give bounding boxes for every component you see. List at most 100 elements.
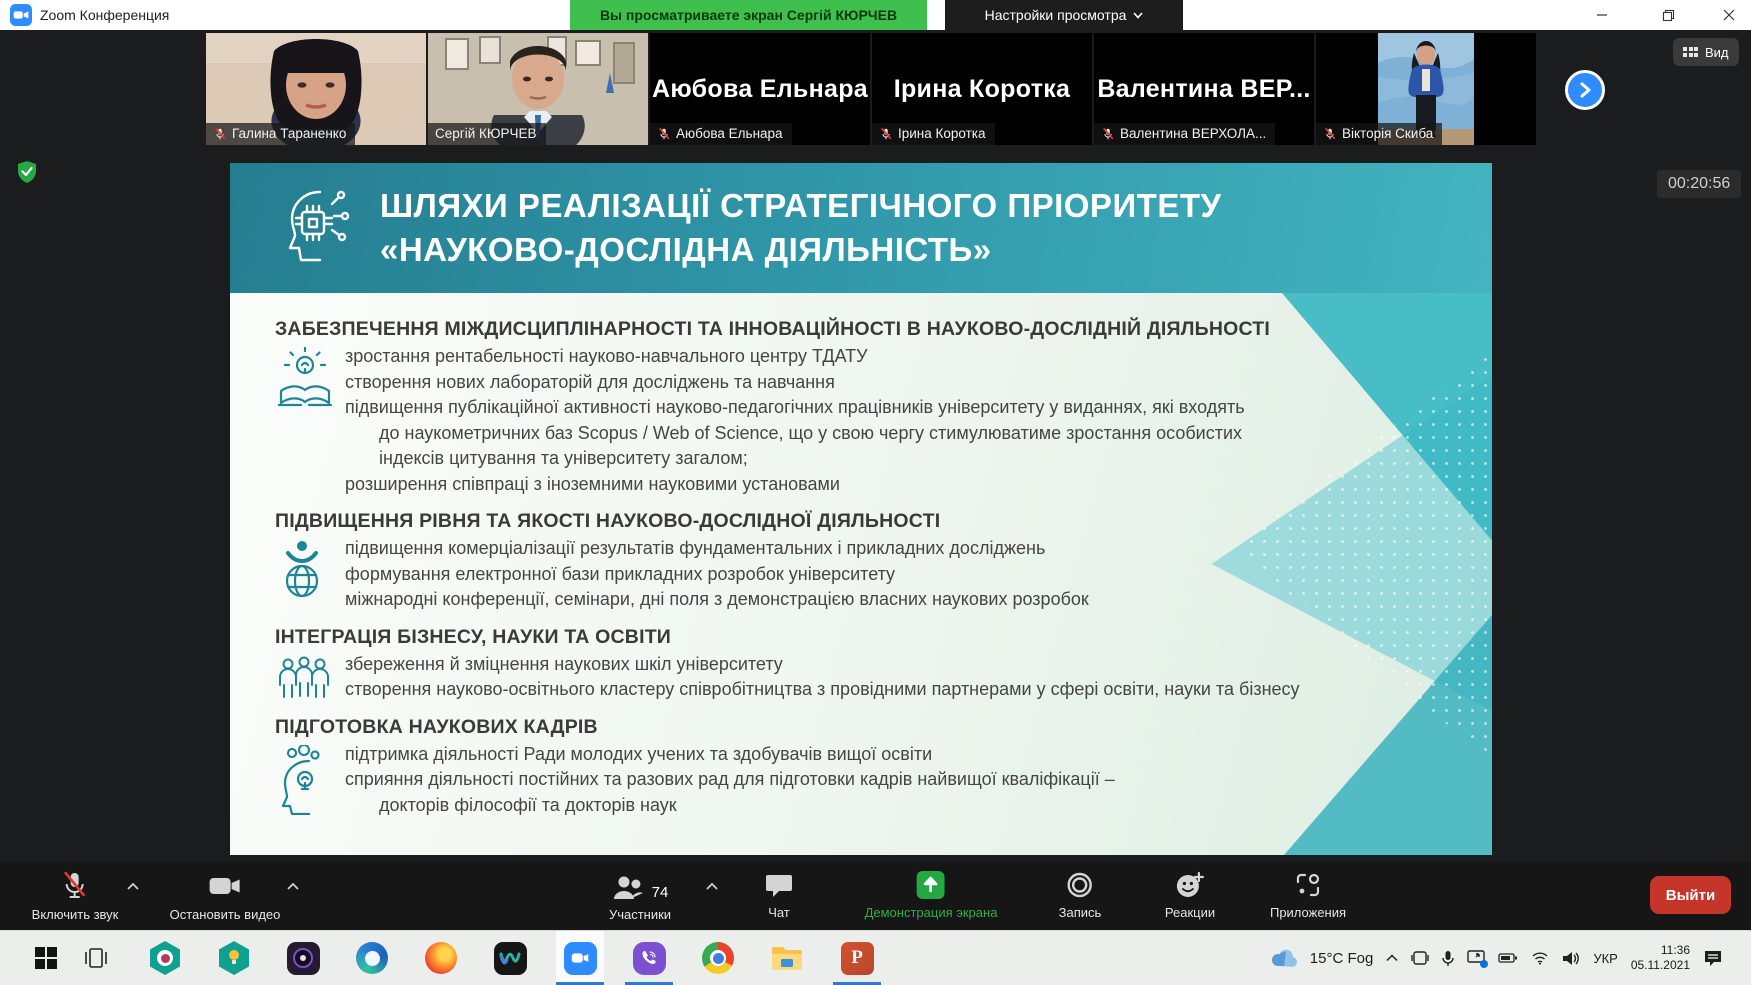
mic-muted-icon — [1324, 127, 1336, 139]
bullet: до наукометричних баз Scopus / Web of Sc… — [379, 422, 1243, 443]
chat-button[interactable]: Чат — [765, 871, 793, 920]
bulb-book-icon — [275, 344, 345, 497]
tray-mic-icon[interactable] — [1442, 950, 1455, 967]
share-timer: 00:20:56 — [1657, 170, 1742, 198]
tray-wifi-icon[interactable] — [1531, 951, 1549, 965]
next-participants-button[interactable] — [1565, 70, 1605, 110]
mic-muted-icon — [64, 871, 86, 898]
tray-camera-icon[interactable] — [1411, 950, 1430, 966]
leave-meeting-button[interactable]: Выйти — [1650, 876, 1731, 914]
minimize-icon — [1596, 14, 1607, 16]
idea-hexagon-app-icon[interactable] — [210, 931, 258, 985]
start-button[interactable] — [22, 931, 70, 985]
chevron-right-icon — [1580, 82, 1591, 98]
participant-tile-galyna[interactable]: Галина Тараненко — [206, 33, 426, 145]
time: 11:36 — [1660, 943, 1690, 957]
viber-app-icon[interactable] — [625, 931, 673, 985]
slide-section: ПІДГОТОВКА НАУКОВИХ КАДРІВ підтримка дія… — [275, 716, 1492, 819]
grid-view-icon — [1683, 47, 1698, 57]
minimize-button[interactable] — [1578, 0, 1625, 30]
participant-name-label: Сергій КЮРЧЕВ — [428, 123, 546, 145]
record-icon — [1067, 872, 1093, 898]
apps-button[interactable]: Приложения — [1270, 871, 1346, 920]
mic-muted-icon — [214, 127, 226, 139]
zoom-meeting-window: Zoom Конференция Вы просматриваете экран… — [0, 0, 1751, 985]
slide-section: ПІДВИЩЕННЯ РІВНЯ ТА ЯКОСТІ НАУКОВО-ДОСЛІ… — [275, 510, 1492, 613]
person-globe-icon — [275, 536, 345, 613]
mic-muted-icon — [658, 127, 670, 139]
bullet: зростання рентабельності науково-навчаль… — [345, 346, 868, 366]
video-camera-icon — [210, 878, 240, 894]
participant-name-label: Галина Тараненко — [206, 123, 356, 145]
weather-text[interactable]: 15°C Fog — [1310, 950, 1374, 967]
people-group-icon — [275, 652, 345, 703]
bullet: підтримка діяльності Ради молодих учених… — [345, 743, 933, 764]
media-app-icon[interactable] — [279, 931, 327, 985]
notification-center-icon[interactable] — [1703, 948, 1723, 968]
task-view-button[interactable] — [72, 931, 120, 985]
date: 05.11.2021 — [1630, 958, 1690, 972]
shared-screen-slide: ШЛЯХИ РЕАЛІЗАЦІЇ СТРАТЕГІЧНОГО ПРІОРИТЕТ… — [230, 163, 1492, 855]
close-button[interactable] — [1705, 0, 1751, 30]
language-indicator[interactable]: УКР — [1593, 951, 1618, 966]
bullet: розширення співпраці з іноземними науков… — [345, 473, 840, 494]
share-screen-button[interactable]: Демонстрация экрана — [865, 871, 997, 920]
tray-battery-icon[interactable] — [1498, 951, 1518, 965]
tray-expand-chevron[interactable] — [1386, 954, 1398, 962]
participant-name-label: Вікторія Скиба — [1316, 123, 1443, 145]
slide-sections: ЗАБЕЗПЕЧЕННЯ МІЖДИСЦИПЛІНАРНОСТІ ТА ІННО… — [230, 293, 1492, 818]
participant-tile-viktoriya[interactable]: Вікторія Скиба — [1316, 33, 1536, 145]
edge-browser-icon[interactable] — [348, 931, 396, 985]
tray-volume-icon[interactable] — [1562, 951, 1580, 966]
slide-section: ІНТЕГРАЦІЯ БІЗНЕСУ, НАУКИ ТА ОСВІТИ збер… — [275, 626, 1492, 703]
participant-tile-iryna[interactable]: Ірина Коротка Ірина Коротка — [872, 33, 1092, 145]
task-view-icon — [85, 948, 107, 968]
video-options-chevron[interactable] — [286, 882, 300, 891]
participant-tile-valentyna[interactable]: Валентина ВЕР... Валентина ВЕРХОЛА... — [1094, 33, 1314, 145]
weather-cloud-icon — [1271, 949, 1297, 967]
taskbar-clock[interactable]: 11:36 05.11.2021 — [1631, 943, 1690, 973]
powerpoint-app-icon[interactable]: P — [833, 931, 881, 985]
window-title: Zoom Конференция — [40, 7, 170, 23]
zoom-taskbar-icon[interactable] — [556, 931, 604, 985]
view-settings-dropdown[interactable]: Настройки просмотра — [945, 0, 1183, 30]
bullet: збереження й зміцнення наукових шкіл уні… — [345, 653, 783, 674]
mic-muted-icon — [1102, 127, 1114, 139]
chrome-browser-icon[interactable] — [694, 931, 742, 985]
reactions-button[interactable]: Реакции — [1165, 871, 1215, 920]
slide-header: ШЛЯХИ РЕАЛІЗАЦІЇ СТРАТЕГІЧНОГО ПРІОРИТЕТ… — [230, 163, 1492, 293]
slide-title-block: ШЛЯХИ РЕАЛІЗАЦІЇ СТРАТЕГІЧНОГО ПРІОРИТЕТ… — [380, 184, 1222, 271]
unmute-button[interactable]: Включить звук — [32, 871, 118, 922]
slide-body: ЗАБЕЗПЕЧЕННЯ МІЖДИСЦИПЛІНАРНОСТІ ТА ІННО… — [230, 293, 1492, 855]
slide-section: ЗАБЕЗПЕЧЕННЯ МІЖДИСЦИПЛІНАРНОСТІ ТА ІННО… — [275, 318, 1492, 497]
chat-bubble-icon — [766, 875, 792, 897]
screen-share-banner: Вы просматриваете экран Сергій КЮРЧЕВ — [570, 0, 927, 30]
meeting-stage: Галина Тараненко Сергій КЮРЧЕВ Аюбова Ел… — [0, 30, 1751, 930]
tray-screenshare-icon[interactable] — [1467, 950, 1489, 968]
audio-options-chevron[interactable] — [126, 882, 140, 891]
participant-name-label: Аюбова Ельнара — [650, 123, 792, 145]
bullet: створення науково-освітнього кластеру сп… — [345, 679, 1300, 699]
zoom-app-icon — [10, 4, 32, 26]
slide-title-line2: «НАУКОВО-ДОСЛІДНА ДІЯЛЬНІСТЬ» — [380, 231, 992, 268]
system-tray: 15°C Fog УКР 11:36 05.11.2021 — [1271, 931, 1723, 985]
section-heading: ІНТЕГРАЦІЯ БІЗНЕСУ, НАУКИ ТА ОСВІТИ — [275, 625, 672, 648]
section-heading: ЗАБЕЗПЕЧЕННЯ МІЖДИСЦИПЛІНАРНОСТІ ТА ІННО… — [275, 318, 1271, 340]
record-button[interactable]: Запись — [1059, 871, 1101, 920]
mic-muted-icon — [880, 127, 892, 139]
file-explorer-icon[interactable] — [763, 931, 811, 985]
participant-tile-sergiy-active-speaker[interactable]: Сергій КЮРЧЕВ — [428, 33, 648, 145]
view-mode-button[interactable]: Вид — [1673, 38, 1739, 66]
webex-app-icon[interactable] — [486, 931, 534, 985]
antivirus-app-icon[interactable] — [141, 931, 189, 985]
restore-button[interactable] — [1645, 0, 1692, 30]
close-icon — [1723, 9, 1734, 21]
stop-video-button[interactable]: Остановить видео — [170, 871, 280, 922]
participants-button[interactable]: 74 Участники — [609, 871, 671, 922]
firefox-browser-icon[interactable] — [417, 931, 465, 985]
folder-icon — [772, 947, 802, 970]
participants-options-chevron[interactable] — [705, 882, 719, 891]
section-heading: ПІДГОТОВКА НАУКОВИХ КАДРІВ — [275, 715, 598, 738]
participant-tile-ayubova[interactable]: Аюбова Ельнара Аюбова Ельнара — [650, 33, 870, 145]
head-gears-icon — [275, 742, 345, 819]
